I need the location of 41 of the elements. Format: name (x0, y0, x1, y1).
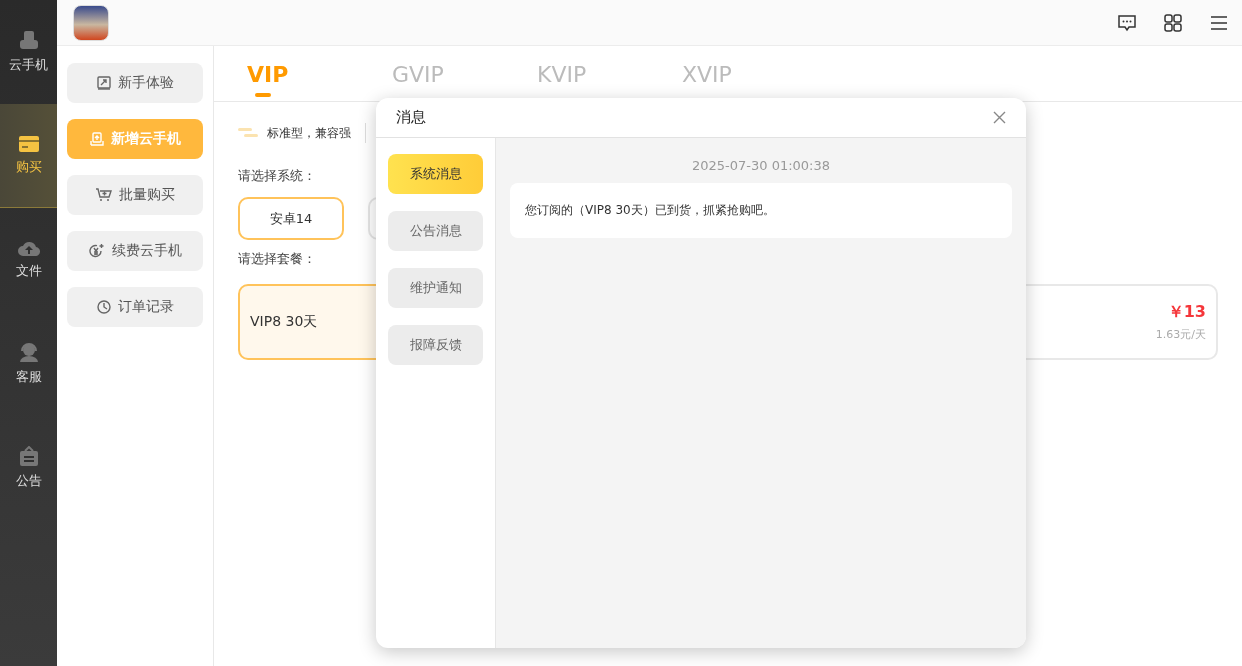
message-text: 您订阅的（VIP8 30天）已到货，抓紧抢购吧。 (510, 183, 1012, 238)
cart-icon (95, 188, 112, 202)
card-icon (18, 135, 39, 152)
menu-button[interactable] (1210, 13, 1228, 32)
grid-icon (1164, 13, 1182, 32)
category-tab[interactable]: 系统消息 (388, 154, 483, 194)
clock-icon (96, 300, 111, 314)
chat-bubble-icon (1118, 13, 1136, 32)
menu-button[interactable]: 新手体验 (67, 63, 203, 103)
category-tab[interactable]: 报障反馈 (388, 325, 483, 365)
category-tab[interactable]: 公告消息 (388, 211, 483, 251)
nav-item[interactable]: 购买 (0, 104, 57, 208)
nav-item[interactable]: 云手机 (0, 0, 57, 104)
clipboard-icon (18, 446, 39, 466)
package-name: VIP8 30天 (250, 313, 318, 331)
menu-icon (1210, 13, 1228, 32)
nav-item[interactable]: 文件 (0, 208, 57, 312)
system-option[interactable]: 安卓14 (238, 197, 344, 240)
nav-item[interactable]: 客服 (0, 312, 57, 416)
cloud-upload-icon (17, 240, 40, 256)
stacked-lines-icon (238, 128, 258, 138)
menu-button[interactable]: 批量购买 (67, 175, 203, 215)
package-prompt: 请选择套餐： (238, 250, 316, 268)
system-prompt: 请选择系统： (238, 167, 316, 185)
headset-person-icon (18, 342, 39, 362)
close-button[interactable] (993, 111, 1006, 124)
daily-price: 1.63元/天 (1155, 327, 1206, 342)
feature-text: 标准型，兼容强 (267, 124, 351, 142)
nav-item[interactable]: 公告 (0, 416, 57, 520)
category-tab[interactable]: 维护通知 (388, 268, 483, 308)
menu-button[interactable]: 续费云手机 (67, 231, 203, 271)
menu-button[interactable]: 订单记录 (67, 287, 203, 327)
grid-button[interactable] (1164, 13, 1182, 32)
close-icon (993, 111, 1006, 124)
message-time: 2025-07-30 01:00:38 (690, 158, 832, 173)
package-price: ￥13 (1167, 302, 1206, 323)
dialog-title: 消息 (396, 108, 426, 127)
app-logo (73, 4, 109, 41)
device-upload-icon (89, 132, 104, 146)
yuan-plus-icon (88, 243, 105, 259)
message-button[interactable] (1118, 13, 1136, 32)
